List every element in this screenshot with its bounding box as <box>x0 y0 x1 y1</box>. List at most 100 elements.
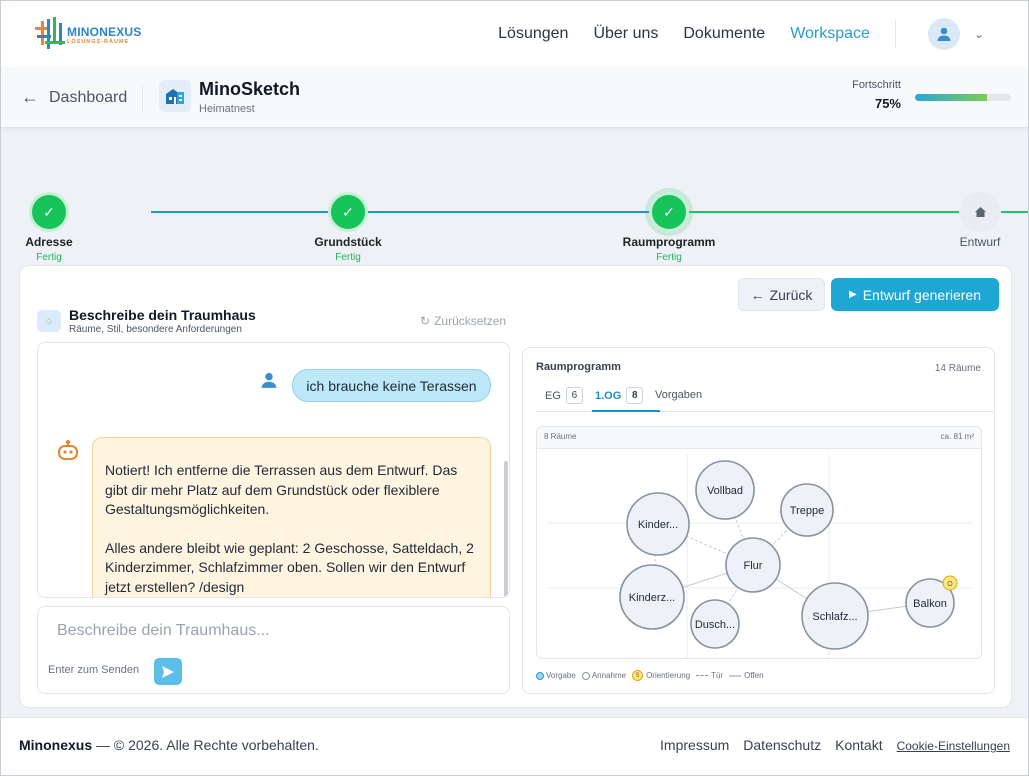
user-avatar[interactable] <box>927 18 960 50</box>
legend-vorgabe: Vorgabe <box>536 671 576 680</box>
copyright: Minonexus — © 2026. Alle Rechte vorbehal… <box>19 737 319 753</box>
graph-legend: Vorgabe Annahme S Orientierung Tür Offen <box>536 670 770 681</box>
progress-value: 75% <box>874 96 901 111</box>
room-node[interactable]: Flur <box>725 537 781 593</box>
chat-input[interactable]: Beschreibe dein Traumhaus... <box>57 622 270 640</box>
step-connector <box>689 211 959 213</box>
chat-bubble-icon: ◌ <box>37 310 61 332</box>
floor-tabs: EG 6 1.OG 8 Vorgaben <box>536 384 995 412</box>
graph-room-count: 8 Räume <box>544 432 577 441</box>
nav-item-dokumente[interactable]: Dokumente <box>683 25 765 43</box>
room-node-label: Kinder... <box>638 519 678 531</box>
step-grundstueck[interactable]: ✓ Grundstück Fertig <box>293 192 403 263</box>
generate-design-button[interactable]: ▶ Entwurf generieren <box>831 278 999 311</box>
arrow-left-icon: ← <box>750 286 765 303</box>
back-to-dashboard-link[interactable]: ← Dashboard <box>21 87 127 108</box>
tab-label: Vorgaben <box>655 389 703 401</box>
brand-tagline: LÖSUNGS-RÄUME <box>67 39 130 45</box>
nav-item-ueber-uns[interactable]: Über uns <box>593 25 658 43</box>
chevron-down-icon[interactable]: ⌄ <box>974 27 984 41</box>
user-message: ich brauche keine Terassen <box>292 369 491 402</box>
send-button[interactable] <box>154 658 182 685</box>
room-node-label: Kinderz... <box>629 592 675 604</box>
tab-vorgaben[interactable]: Vorgaben <box>655 389 702 401</box>
room-graph[interactable]: 8 Räume ca. 81 m² Vollbad Kinder... Trep… <box>536 426 982 659</box>
footer-link-impressum[interactable]: Impressum <box>660 737 729 753</box>
send-icon <box>162 665 174 678</box>
back-label: Dashboard <box>49 88 128 106</box>
step-entwurf[interactable]: Entwurf <box>925 192 1028 249</box>
footer-links: Impressum Datenschutz Kontakt Cookie-Ein… <box>646 737 1010 753</box>
copyright-text: — © 2026. Alle Rechte vorbehalten. <box>96 737 319 753</box>
nav-divider <box>894 20 896 48</box>
progress-label: Fortschritt <box>852 79 901 91</box>
tab-1og[interactable]: 1.OG 8 <box>595 387 644 404</box>
footer-link-datenschutz[interactable]: Datenschutz <box>743 737 821 753</box>
play-icon: ▶ <box>849 289 857 300</box>
chat-subtitle: Räume, Stil, besondere Anforderungen <box>69 324 242 335</box>
app-window: MINONEXUS LÖSUNGS-RÄUME Lösungen Über un… <box>0 0 1029 776</box>
room-node[interactable]: Treppe <box>780 483 834 537</box>
top-header: MINONEXUS LÖSUNGS-RÄUME Lösungen Über un… <box>1 1 1028 67</box>
room-node-label: Balkon <box>913 598 947 610</box>
user-icon <box>937 27 951 41</box>
room-node[interactable]: Kinder... <box>626 492 690 556</box>
reset-button[interactable]: ↻ Zurücksetzen <box>420 314 506 328</box>
arrow-left-icon: ← <box>21 87 39 107</box>
check-icon: ✓ <box>328 192 368 232</box>
nav-item-loesungen[interactable]: Lösungen <box>498 25 568 43</box>
room-program-title: Raumprogramm <box>536 361 621 373</box>
legend-label: Tür <box>711 671 724 680</box>
room-node-label: Treppe <box>790 505 824 517</box>
room-node-label: Dusch... <box>695 619 735 631</box>
room-node-label: Vollbad <box>707 485 743 497</box>
room-graph-header: 8 Räume ca. 81 m² <box>537 427 981 449</box>
room-program-panel: Raumprogramm 14 Räume EG 6 1.OG 8 Vorgaben… <box>522 347 995 694</box>
nav-item-workspace[interactable]: Workspace <box>790 25 870 43</box>
main-nav: Lösungen Über uns Dokumente Workspace ⌄ <box>498 1 1028 67</box>
brand-logo[interactable]: MINONEXUS LÖSUNGS-RÄUME <box>33 15 143 55</box>
footer: Minonexus — © 2026. Alle Rechte vorbehal… <box>1 717 1028 775</box>
orientation-badge-icon: S <box>632 670 644 681</box>
chat-scrollbar[interactable] <box>504 461 508 597</box>
step-label: Raumprogramm <box>622 235 716 249</box>
tab-eg[interactable]: EG 6 <box>545 387 583 404</box>
progress-bar <box>915 94 1011 101</box>
building-icon <box>159 80 191 112</box>
logo-icon <box>35 17 65 49</box>
active-tab-indicator <box>592 410 660 412</box>
room-node[interactable]: Dusch... <box>690 599 740 649</box>
room-node[interactable]: Kinderz... <box>619 564 685 630</box>
footer-link-cookie-settings[interactable]: Cookie-Einstellungen <box>897 739 1010 753</box>
legend-orientierung: S Orientierung <box>632 670 690 681</box>
footer-brand: Minonexus <box>19 737 93 753</box>
orientation-badge: O <box>942 575 958 591</box>
workspace-card: ← Zurück ▶ Entwurf generieren ◌ Beschrei… <box>19 265 1012 708</box>
progress-fill <box>915 94 987 101</box>
assistant-paragraph: Alles andere bleibt wie geplant: 2 Gesch… <box>105 539 474 595</box>
home-icon <box>960 192 1000 232</box>
check-icon: ✓ <box>649 192 689 232</box>
tab-count: 6 <box>565 387 583 404</box>
step-status: Fertig <box>36 252 62 263</box>
tab-label: EG <box>545 389 561 402</box>
step-raumprogramm[interactable]: ✓ Raumprogramm Fertig <box>614 192 724 263</box>
room-node[interactable]: Vollbad <box>695 460 755 520</box>
room-node-label: Flur <box>744 560 763 572</box>
room-count: 14 Räume <box>934 363 981 374</box>
footer-link-kontakt[interactable]: Kontakt <box>835 737 882 753</box>
subheader-divider <box>142 85 143 111</box>
chat-history[interactable]: ich brauche keine Terassen Notiert! Ich … <box>37 342 510 598</box>
legend-label: Orientierung <box>646 671 691 680</box>
user-icon <box>260 371 278 394</box>
room-node[interactable]: Schlafz... <box>801 582 869 650</box>
zurueck-button[interactable]: ← Zurück <box>738 278 825 311</box>
orientation-badge-label: O <box>947 581 953 588</box>
chat-title: Beschreibe dein Traumhaus <box>69 307 256 323</box>
legend-dot-icon <box>581 671 590 680</box>
chat-input-area: Beschreibe dein Traumhaus... Enter zum S… <box>37 606 510 694</box>
step-adresse[interactable]: ✓ Adresse Fertig <box>1 192 104 263</box>
solid-line-icon <box>729 674 742 677</box>
legend-annahme: Annahme <box>581 671 626 680</box>
legend-label: Vorgabe <box>546 671 576 680</box>
